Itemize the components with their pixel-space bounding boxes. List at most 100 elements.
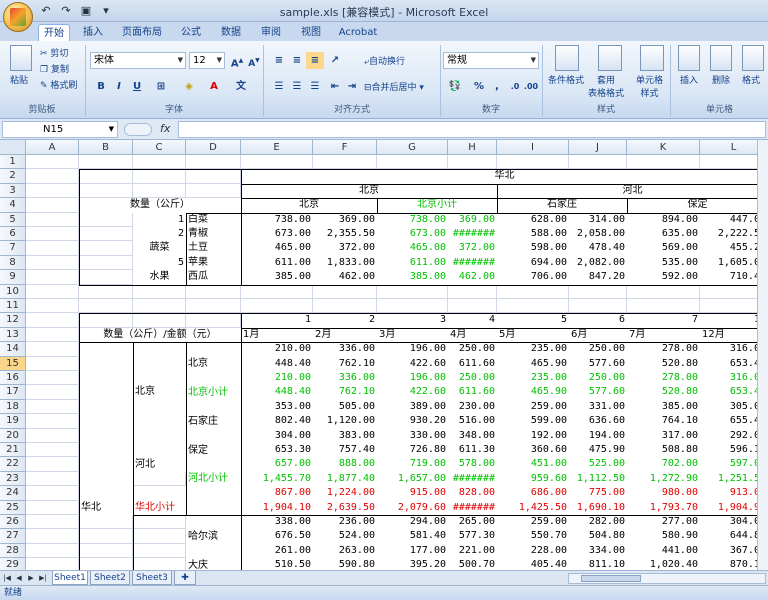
table2-value[interactable]: 221.00 (448, 543, 497, 559)
table1-header-qty[interactable]: 数量（公斤） (79, 198, 241, 213)
row-header-23[interactable]: 23 (0, 471, 26, 487)
table2-col-number[interactable]: 1 (241, 313, 313, 328)
column-header-g[interactable]: G (377, 140, 448, 155)
table2-col-number[interactable]: 4 (448, 313, 497, 328)
table2-value[interactable]: 210.00 (241, 342, 313, 357)
phonetic-icon[interactable]: 文 (232, 78, 250, 95)
table1-value[interactable]: 462.00 (313, 270, 377, 285)
table2-value[interactable]: 524.00 (313, 529, 377, 544)
row-header-28[interactable]: 28 (0, 543, 26, 559)
table2-value[interactable]: 465.90 (497, 385, 569, 400)
row-header-9[interactable]: 9 (0, 270, 26, 285)
table1-value[interactable]: 598.00 (497, 241, 569, 256)
table2-value[interactable]: 719.00 (377, 457, 448, 472)
table2-value[interactable]: 726.80 (377, 443, 448, 458)
table1-value[interactable]: 465.00 (377, 241, 448, 256)
insert-cells-icon[interactable] (678, 45, 700, 71)
format-painter-button[interactable]: ✎ 格式刷 (40, 78, 77, 91)
comma-button[interactable]: , (488, 78, 506, 95)
decrease-decimal-icon[interactable]: .00 (522, 78, 540, 95)
table2-value[interactable]: 278.00 (627, 371, 700, 386)
table2-value[interactable]: 590.80 (313, 558, 377, 570)
delete-button[interactable]: 删除 (712, 73, 730, 86)
table2-value[interactable]: 395.20 (377, 558, 448, 570)
table2-value[interactable]: 422.60 (377, 356, 448, 371)
table1-value[interactable]: 462.00 (448, 270, 497, 285)
table2-value[interactable]: ####### (448, 500, 497, 515)
table2-value[interactable]: 236.00 (313, 515, 377, 530)
table1-item[interactable]: 苹果 (186, 255, 241, 271)
table1-category-veg[interactable]: 蔬菜 (133, 241, 186, 256)
row-header-20[interactable]: 20 (0, 428, 26, 443)
table2-value[interactable]: 192.00 (497, 428, 569, 443)
table2-value[interactable]: 1,020.40 (627, 558, 700, 570)
table2-col-number[interactable]: 3 (377, 313, 448, 328)
cell-styles-button[interactable]: 单元格 样式 (636, 73, 663, 99)
row-header-24[interactable]: 24 (0, 486, 26, 501)
table1-value[interactable]: 2,355.50 (313, 227, 377, 242)
table1-city-beijing[interactable]: 北京 (241, 198, 377, 213)
table2-col-number[interactable]: 5 (497, 313, 569, 328)
table2-city-sjz[interactable]: 石家庄 (186, 399, 241, 429)
tab-page-layout[interactable]: 页面布局 (118, 24, 166, 41)
align-center-icon[interactable]: ☰ (288, 78, 306, 95)
font-color-icon[interactable]: A (205, 78, 223, 95)
name-box[interactable]: N15 ▼ (2, 121, 118, 138)
cut-button[interactable]: ✂ 剪切 (40, 46, 68, 59)
table2-value[interactable]: 959.60 (497, 471, 569, 487)
table2-value[interactable]: 1,877.40 (313, 471, 377, 487)
table2-value[interactable]: 1,690.10 (569, 500, 627, 515)
table2-value[interactable]: 259.00 (497, 515, 569, 530)
table1-value[interactable]: 611.00 (241, 255, 313, 271)
table2-value[interactable]: 1,112.50 (569, 471, 627, 487)
align-top-icon[interactable]: ≡ (270, 52, 288, 69)
row-header-29[interactable]: 29 (0, 558, 26, 570)
wrap-text-button[interactable]: ⤶自动换行 (364, 54, 405, 67)
table2-value[interactable]: 196.00 (377, 342, 448, 357)
row-header-2[interactable]: 2 (0, 169, 26, 184)
table2-value[interactable]: 475.90 (569, 443, 627, 458)
table2-city-bd[interactable]: 保定 (186, 428, 241, 458)
table2-value[interactable]: 686.00 (497, 486, 569, 501)
row-header-1[interactable]: 1 (0, 155, 26, 170)
table2-value[interactable]: 317.00 (627, 428, 700, 443)
table2-value[interactable]: 762.10 (313, 385, 377, 400)
table2-value[interactable]: 422.60 (377, 385, 448, 400)
table2-value[interactable]: 702.00 (627, 457, 700, 472)
table2-value[interactable]: 762.10 (313, 356, 377, 371)
column-header-c[interactable]: C (133, 140, 186, 155)
table1-value[interactable]: 369.00 (448, 212, 497, 227)
cell-styles-icon[interactable] (640, 45, 664, 71)
table1-value[interactable]: 611.00 (377, 255, 448, 271)
table2-value[interactable]: 282.00 (569, 515, 627, 530)
table2-value[interactable]: 888.00 (313, 457, 377, 472)
table2-value[interactable]: 228.00 (497, 543, 569, 559)
table2-month[interactable]: 3月 (377, 327, 448, 343)
select-all-corner[interactable] (0, 140, 26, 155)
column-header-d[interactable]: D (186, 140, 241, 155)
italic-button[interactable]: I (110, 78, 128, 95)
row-header-12[interactable]: 12 (0, 313, 26, 328)
table2-value[interactable]: 294.00 (377, 515, 448, 530)
tab-formulas[interactable]: 公式 (176, 24, 206, 41)
table2-value[interactable]: 2,639.50 (313, 500, 377, 515)
column-header-h[interactable]: H (448, 140, 497, 155)
column-header-i[interactable]: I (497, 140, 569, 155)
font-name-combo[interactable]: 宋体 ▼ (90, 52, 186, 69)
last-sheet-icon[interactable]: ▶| (38, 573, 48, 584)
table2-value[interactable]: 775.00 (569, 486, 627, 501)
table2-value[interactable]: 657.00 (241, 457, 313, 472)
row-header-15[interactable]: 15 (0, 356, 26, 371)
orientation-icon[interactable]: ↗ (326, 52, 344, 69)
table2-value[interactable]: 577.60 (569, 356, 627, 371)
conditional-format-icon[interactable] (555, 45, 579, 71)
row-header-18[interactable]: 18 (0, 399, 26, 415)
office-button[interactable] (3, 2, 33, 32)
row-header-8[interactable]: 8 (0, 255, 26, 271)
table2-value[interactable]: 764.10 (627, 414, 700, 429)
table2-month[interactable]: 1月 (241, 327, 313, 343)
table2-province-beijing[interactable]: 北京 (133, 342, 186, 400)
percent-button[interactable]: % (470, 78, 488, 95)
column-header-k[interactable]: K (627, 140, 700, 155)
row-header-5[interactable]: 5 (0, 212, 26, 227)
